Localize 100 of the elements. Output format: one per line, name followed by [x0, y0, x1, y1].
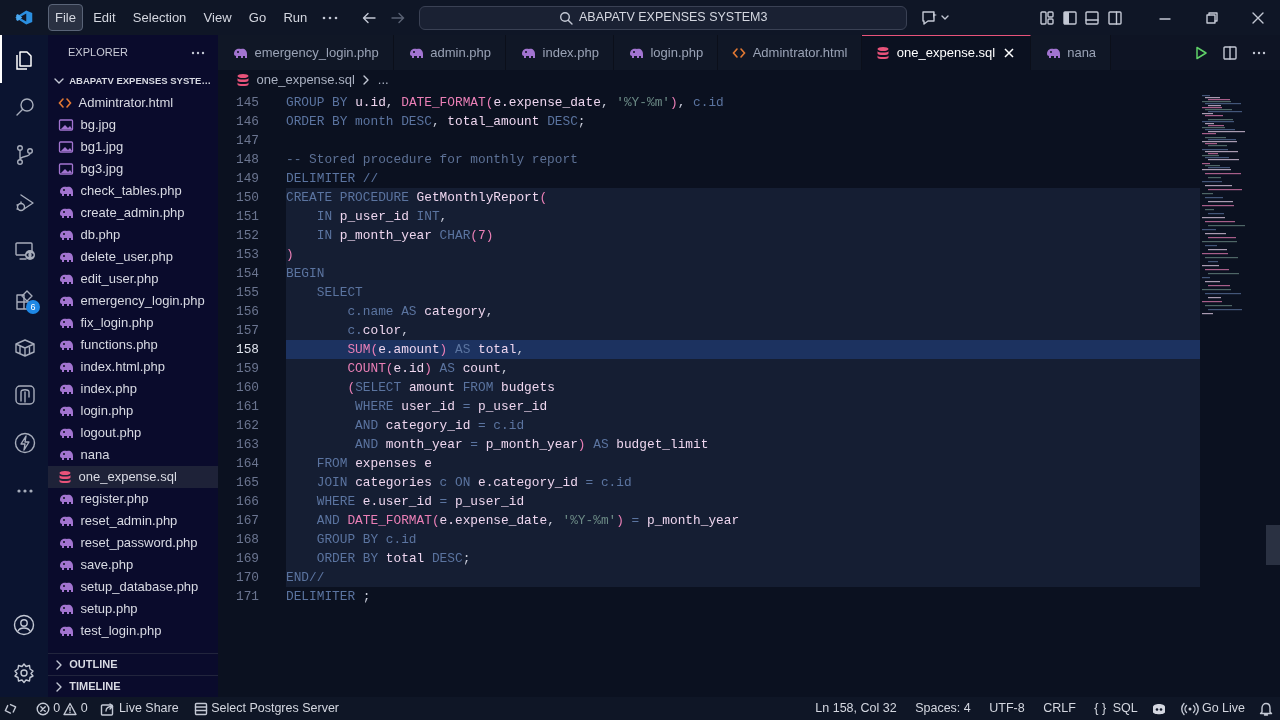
explorer-entry[interactable]: fix_login.php: [48, 312, 218, 334]
explorer-entry[interactable]: index.php: [48, 378, 218, 400]
folder-header[interactable]: ABAPATV EXPENSES SYSTE…: [48, 70, 218, 92]
explorer-entry[interactable]: nana: [48, 444, 218, 466]
line-number: 159: [234, 360, 260, 379]
broadcast-icon: [1180, 701, 1199, 716]
explorer-entry[interactable]: setup.php: [48, 598, 218, 620]
remote-monitor-icon[interactable]: [13, 239, 37, 263]
search-field[interactable]: ABAPATV EXPENSES SYSTEM3: [419, 5, 907, 30]
explorer-entry[interactable]: index.html.php: [48, 356, 218, 378]
code-line: AND category_id = c.id: [354, 418, 525, 434]
editor-tab[interactable]: one_expense.sql: [862, 35, 1031, 70]
explorer-entry[interactable]: delete_user.php: [48, 246, 218, 268]
line-number: 161: [234, 398, 260, 417]
line-number: 148: [234, 151, 260, 170]
explorer-entry[interactable]: db.php: [48, 224, 218, 246]
code-line: SELECT: [315, 285, 363, 301]
play-icon[interactable]: [1193, 44, 1209, 61]
menu-item[interactable]: Go: [241, 3, 274, 32]
explorer-entry[interactable]: check_tables.php: [48, 180, 218, 202]
account-icon[interactable]: [12, 613, 36, 637]
explorer-entry[interactable]: emergency_login.php: [48, 290, 218, 312]
warning-icon: [63, 701, 78, 716]
explorer-entry[interactable]: reset_password.php: [48, 532, 218, 554]
explorer-entry[interactable]: bg.jpg: [48, 114, 218, 136]
code-line: CREATE PROCEDURE GetMonthlyReport(: [286, 190, 548, 206]
settings-icon[interactable]: [12, 661, 36, 685]
line-number: 165: [234, 474, 260, 493]
line-number: 162: [234, 417, 260, 436]
line-number: 145: [234, 94, 260, 113]
secondary-sidebar-icon[interactable]: [1106, 9, 1123, 26]
server-selector[interactable]: Select Postgres Server: [187, 699, 345, 718]
line-number: 149: [234, 170, 260, 189]
error-icon: [36, 701, 50, 716]
line-number: 166: [234, 493, 260, 512]
explorer-entry[interactable]: reset_admin.php: [48, 510, 218, 532]
code-line: ORDER BY total DESC;: [315, 551, 471, 567]
code-line: FROM expenses e: [315, 456, 432, 472]
line-ending-setting[interactable]: CRLF: [1037, 699, 1082, 718]
explorer-entry[interactable]: save.php: [48, 554, 218, 576]
code-line: IN p_user_id INT,: [315, 209, 448, 225]
code-line: COUNT(e.id) AS count,: [346, 361, 509, 377]
line-number: 167: [234, 512, 260, 531]
close-icon[interactable]: [1001, 46, 1016, 60]
scrollbar-thumb[interactable]: [1266, 525, 1280, 565]
explorer-entry[interactable]: logout.php: [48, 422, 218, 444]
lightning-icon[interactable]: [13, 431, 37, 455]
code-line: BEGIN: [286, 266, 325, 282]
cursor-position[interactable]: Ln 158, Col 32: [809, 699, 903, 718]
menu-item[interactable]: Edit: [86, 3, 123, 32]
breadcrumb-item[interactable]: ...: [377, 70, 389, 90]
explorer-entry[interactable]: one_expense.sql: [48, 466, 218, 488]
explorer-entry[interactable]: create_admin.php: [48, 202, 218, 224]
language-mode[interactable]: { } SQL: [1088, 699, 1144, 718]
code-line: END//: [286, 570, 325, 586]
explorer-entry[interactable]: functions.php: [48, 334, 218, 356]
explorer-entry[interactable]: Admintrator.html: [48, 92, 218, 114]
line-number: 170: [234, 569, 260, 588]
bell-icon[interactable]: [1257, 700, 1274, 717]
split-editor-icon[interactable]: [1222, 44, 1238, 61]
code-line: c.color,: [346, 323, 409, 339]
sidebar-toggle-icon[interactable]: [1061, 9, 1078, 26]
explorer-entry[interactable]: bg1.jpg: [48, 136, 218, 158]
panel-toggle-icon[interactable]: [1084, 9, 1100, 26]
search-icon: [558, 10, 573, 25]
line-number: 146: [234, 113, 260, 132]
database-icon: [876, 46, 891, 60]
explorer-entry[interactable]: bg3.jpg: [48, 158, 218, 180]
line-number: 152: [234, 227, 260, 246]
code-line: WHERE e.user_id = p_user_id: [315, 494, 525, 510]
explorer-entry[interactable]: edit_user.php: [48, 268, 218, 290]
menu-item[interactable]: File: [48, 3, 83, 32]
line-number: 156: [234, 303, 260, 322]
menu-item[interactable]: Run: [276, 3, 315, 32]
explorer-entry[interactable]: setup_database.php: [48, 576, 218, 598]
line-number: 147: [234, 132, 260, 151]
explorer-entry[interactable]: test_login.php: [48, 620, 218, 642]
code-line: DELIMITER //: [286, 171, 379, 187]
explorer-entry[interactable]: login.php: [48, 400, 218, 422]
line-number: 163: [234, 436, 260, 455]
breadcrumb-item[interactable]: one_expense.sql: [256, 70, 355, 90]
encoding-setting[interactable]: UTF-8: [983, 699, 1031, 718]
layout-icon[interactable]: [1039, 9, 1055, 26]
code-line: AND DATE_FORMAT(e.expense_date, '%Y-%m') = p_month_year: [315, 513, 740, 529]
line-number: 169: [234, 550, 260, 569]
menu-item[interactable]: Selection: [125, 3, 194, 32]
live-share-button[interactable]: Live Share: [93, 699, 185, 718]
explorer-entry[interactable]: register.php: [48, 488, 218, 510]
indentation-setting[interactable]: Spaces: 4: [909, 699, 977, 718]
code-line: (SELECT amount FROM budgets: [346, 380, 555, 396]
code-line: WHERE user_id = p_user_id: [354, 399, 548, 415]
menu-item[interactable]: View: [196, 3, 239, 32]
line-number: 153: [234, 246, 260, 265]
code-line: GROUP BY u.id, DATE_FORMAT(e.expense_date, '%Y-%m'), c.id: [286, 95, 724, 111]
go-live-button[interactable]: Go Live: [1174, 699, 1251, 718]
problems-indicator[interactable]: 0 0: [30, 699, 94, 718]
image-icon: [58, 118, 74, 132]
code-line: GROUP BY c.id: [315, 532, 417, 548]
share-icon: [99, 701, 116, 716]
section-header[interactable]: OUTLINE: [48, 653, 218, 675]
